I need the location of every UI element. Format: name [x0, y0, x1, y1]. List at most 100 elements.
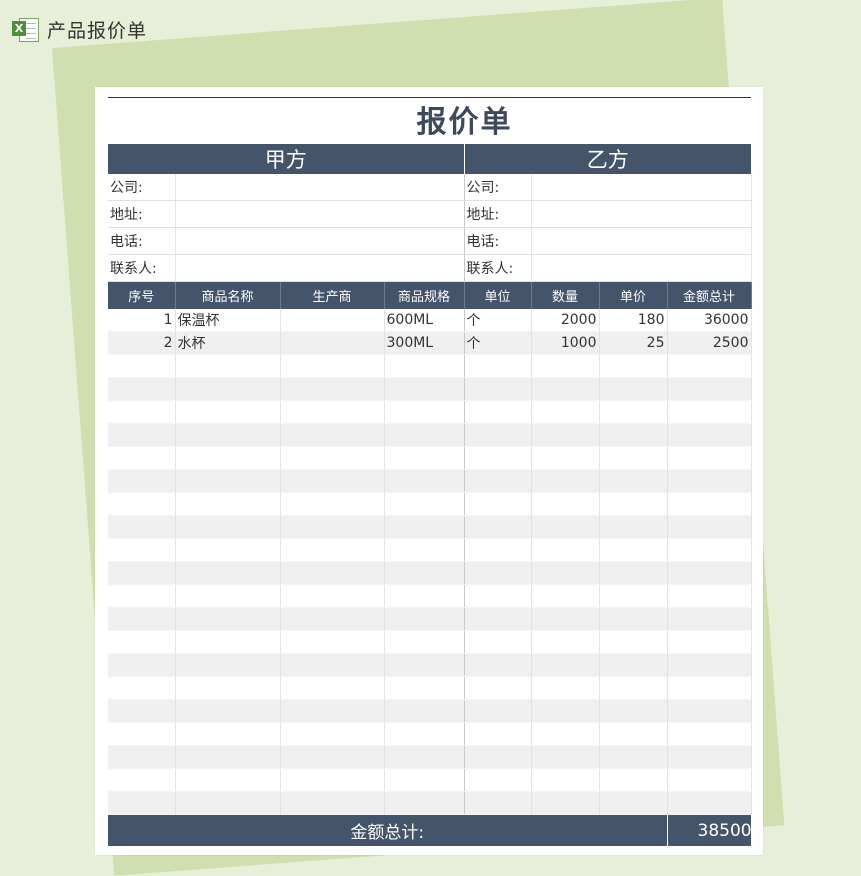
cell-maker[interactable] — [280, 699, 385, 723]
cell-no[interactable] — [108, 492, 176, 516]
cell-qty[interactable] — [531, 745, 600, 769]
cell-unit[interactable] — [464, 492, 532, 516]
cell-amount[interactable] — [667, 561, 752, 585]
cell-maker[interactable] — [280, 492, 385, 516]
cell-no[interactable] — [108, 676, 176, 700]
cell-name[interactable] — [175, 699, 281, 723]
cell-maker[interactable] — [280, 653, 385, 677]
cell-price[interactable] — [599, 791, 668, 815]
cell-no[interactable] — [108, 722, 176, 746]
cell-unit[interactable]: 个 — [464, 331, 532, 355]
cell-amount[interactable]: 36000 — [667, 309, 752, 332]
cell-amount[interactable]: 2500 — [667, 331, 752, 355]
cell-name[interactable] — [175, 469, 281, 493]
cell-qty[interactable] — [531, 469, 600, 493]
cell-name[interactable]: 水杯 — [175, 331, 281, 355]
cell-maker[interactable] — [280, 607, 385, 631]
cell-qty[interactable] — [531, 538, 600, 562]
cell-unit[interactable] — [464, 377, 532, 401]
cell-price[interactable]: 25 — [599, 331, 668, 355]
cell-price[interactable] — [599, 354, 668, 378]
cell-no[interactable] — [108, 607, 176, 631]
cell-amount[interactable] — [667, 584, 752, 608]
cell-spec[interactable] — [384, 699, 465, 723]
cell-amount[interactable] — [667, 469, 752, 493]
cell-name[interactable] — [175, 423, 281, 447]
party-a-field-value[interactable] — [175, 254, 465, 282]
cell-name[interactable] — [175, 745, 281, 769]
cell-name[interactable] — [175, 791, 281, 815]
cell-name[interactable] — [175, 768, 281, 792]
cell-spec[interactable] — [384, 791, 465, 815]
party-a-field-value[interactable] — [175, 227, 465, 255]
cell-spec[interactable] — [384, 584, 465, 608]
cell-unit[interactable] — [464, 653, 532, 677]
cell-price[interactable] — [599, 722, 668, 746]
cell-price[interactable] — [599, 515, 668, 539]
cell-qty[interactable] — [531, 699, 600, 723]
cell-no[interactable] — [108, 745, 176, 769]
cell-spec[interactable] — [384, 400, 465, 424]
cell-no[interactable] — [108, 538, 176, 562]
cell-no[interactable] — [108, 515, 176, 539]
cell-spec[interactable] — [384, 377, 465, 401]
cell-maker[interactable] — [280, 400, 385, 424]
cell-spec[interactable] — [384, 676, 465, 700]
cell-maker[interactable] — [280, 469, 385, 493]
cell-spec[interactable] — [384, 722, 465, 746]
cell-price[interactable] — [599, 561, 668, 585]
cell-qty[interactable] — [531, 768, 600, 792]
cell-no[interactable]: 2 — [108, 331, 176, 355]
cell-amount[interactable] — [667, 538, 752, 562]
cell-unit[interactable] — [464, 400, 532, 424]
cell-name[interactable] — [175, 515, 281, 539]
cell-spec[interactable]: 300ML — [384, 331, 465, 355]
cell-qty[interactable] — [531, 354, 600, 378]
cell-qty[interactable] — [531, 607, 600, 631]
cell-spec[interactable]: 600ML — [384, 309, 465, 332]
party-a-field-value[interactable] — [175, 200, 465, 228]
cell-spec[interactable] — [384, 492, 465, 516]
cell-name[interactable] — [175, 354, 281, 378]
cell-price[interactable] — [599, 423, 668, 447]
cell-amount[interactable] — [667, 354, 752, 378]
cell-no[interactable] — [108, 561, 176, 585]
cell-name[interactable] — [175, 584, 281, 608]
cell-no[interactable] — [108, 791, 176, 815]
cell-price[interactable]: 180 — [599, 309, 668, 332]
cell-qty[interactable] — [531, 377, 600, 401]
cell-qty[interactable] — [531, 584, 600, 608]
cell-name[interactable] — [175, 676, 281, 700]
party-b-field-value[interactable] — [531, 200, 752, 228]
cell-spec[interactable] — [384, 653, 465, 677]
cell-amount[interactable] — [667, 492, 752, 516]
cell-unit[interactable] — [464, 446, 532, 470]
cell-amount[interactable] — [667, 791, 752, 815]
cell-unit[interactable] — [464, 722, 532, 746]
cell-name[interactable] — [175, 400, 281, 424]
cell-spec[interactable] — [384, 515, 465, 539]
cell-amount[interactable] — [667, 607, 752, 631]
cell-price[interactable] — [599, 699, 668, 723]
cell-unit[interactable] — [464, 791, 532, 815]
cell-amount[interactable] — [667, 768, 752, 792]
cell-no[interactable] — [108, 699, 176, 723]
cell-qty[interactable] — [531, 630, 600, 654]
party-b-field-value[interactable] — [531, 174, 752, 201]
cell-maker[interactable] — [280, 722, 385, 746]
cell-price[interactable] — [599, 607, 668, 631]
cell-name[interactable]: 保温杯 — [175, 309, 281, 332]
party-b-field-value[interactable] — [531, 227, 752, 255]
cell-qty[interactable] — [531, 446, 600, 470]
cell-spec[interactable] — [384, 768, 465, 792]
cell-amount[interactable] — [667, 377, 752, 401]
cell-price[interactable] — [599, 400, 668, 424]
cell-unit[interactable] — [464, 561, 532, 585]
cell-unit[interactable] — [464, 676, 532, 700]
cell-amount[interactable] — [667, 446, 752, 470]
cell-unit[interactable] — [464, 699, 532, 723]
cell-price[interactable] — [599, 676, 668, 700]
cell-qty[interactable] — [531, 492, 600, 516]
cell-qty[interactable]: 1000 — [531, 331, 600, 355]
cell-unit[interactable] — [464, 768, 532, 792]
